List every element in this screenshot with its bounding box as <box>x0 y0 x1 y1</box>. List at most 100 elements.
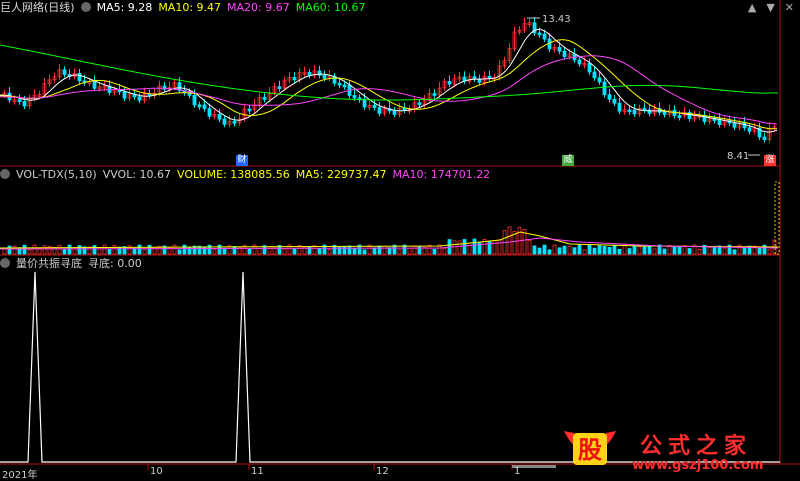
time-label-dec: 12 <box>376 466 389 477</box>
candle-body <box>207 108 212 117</box>
volume-bar <box>307 246 312 255</box>
volume-bar <box>432 248 437 255</box>
volume-bar <box>212 249 217 255</box>
volume-bar <box>637 246 642 255</box>
volume-bar <box>232 246 237 255</box>
volume-bar <box>587 244 592 255</box>
volume-bar <box>467 242 472 255</box>
volume-bar <box>582 249 587 255</box>
current-volume-bar <box>774 181 780 255</box>
candle-body <box>537 32 542 36</box>
candle-body <box>307 72 312 76</box>
volume-bar <box>627 248 632 255</box>
volume-legend: VOL-TDX(5,10) VVOL: 10.67 VOLUME: 138085.5… <box>0 168 496 182</box>
volume-bar <box>612 244 617 255</box>
candle-body <box>202 104 207 110</box>
candle-body <box>487 75 492 79</box>
candle-body <box>577 59 582 65</box>
volume-bar <box>687 248 692 255</box>
volume-bar <box>137 244 142 255</box>
event-badge-finance[interactable]: 财 <box>236 155 248 166</box>
volume-bar <box>732 249 737 255</box>
ma5-line <box>0 28 778 133</box>
volume-bar <box>757 247 762 255</box>
volume-bar <box>442 248 447 255</box>
event-badge-rise[interactable]: 涨 <box>764 155 776 166</box>
ma60-line <box>0 44 779 101</box>
ma20-line <box>0 55 778 125</box>
candle-body <box>597 77 602 83</box>
volume-bar <box>597 245 602 255</box>
volume-bar <box>362 249 367 255</box>
candle-body <box>587 62 592 73</box>
volume-bar <box>77 245 82 255</box>
candle-body <box>592 71 597 79</box>
time-label-oct: 10 <box>150 466 163 477</box>
candle-body <box>732 122 737 128</box>
volume-bar <box>557 247 562 255</box>
candle-body <box>137 96 142 101</box>
volume-settings-circle-icon[interactable] <box>0 169 10 179</box>
volume-bar <box>397 249 402 255</box>
volume-bar <box>257 248 262 255</box>
candle-body <box>612 98 617 104</box>
candle-body <box>542 33 547 40</box>
volume-bar <box>562 245 567 255</box>
time-axis-ticks <box>147 464 556 470</box>
volume-bar <box>377 245 382 255</box>
volume-bar <box>547 249 552 255</box>
time-label-nov: 11 <box>251 466 264 477</box>
event-badge-power[interactable]: 威 <box>562 155 574 166</box>
volume-bar <box>67 244 72 255</box>
candle-body <box>232 120 237 124</box>
volume-bar <box>247 248 252 255</box>
candle-body <box>607 94 612 100</box>
volume-bar <box>142 249 147 255</box>
candle-body <box>557 46 562 52</box>
candlestick-series <box>2 17 777 143</box>
volume-bar <box>602 246 607 255</box>
candle-body <box>62 69 67 75</box>
volume-bar <box>677 246 682 255</box>
volume-bar <box>412 245 417 255</box>
volume-label: VOLUME: 138085.56 <box>177 168 290 181</box>
volume-bar <box>742 247 747 255</box>
volume-bar <box>97 248 102 255</box>
signal-indicator-name: 量价共振寻底 <box>16 257 82 270</box>
volume-bar <box>342 245 347 255</box>
volume-bar <box>347 245 352 255</box>
candle-body <box>627 109 632 113</box>
candle-body <box>602 81 607 96</box>
volume-bar <box>537 247 542 255</box>
candle-body <box>122 91 127 99</box>
candle-body <box>247 108 252 112</box>
volume-bar <box>57 244 62 255</box>
volume-bar <box>552 244 557 255</box>
signal-settings-circle-icon[interactable] <box>0 258 10 268</box>
candle-body <box>337 82 342 86</box>
volume-bar <box>567 245 572 255</box>
volume-bar <box>282 248 287 255</box>
ma10-line <box>0 39 777 130</box>
candle-body <box>17 99 22 103</box>
volume-bar <box>472 238 477 255</box>
volume-bar <box>382 245 387 255</box>
volume-bar <box>507 226 512 255</box>
candle-body <box>277 86 282 90</box>
stock-chart[interactable]: 13.43 8.41 <box>0 0 800 479</box>
candle-body <box>217 114 222 120</box>
volume-bar <box>427 244 432 255</box>
volume-bar <box>387 247 392 255</box>
candle-body <box>22 101 27 107</box>
volume-bar <box>647 245 652 255</box>
volume-bar <box>112 244 117 255</box>
candle-body <box>617 102 622 112</box>
candle-body <box>372 104 377 108</box>
logo-char: 股 <box>578 436 602 464</box>
volume-bar <box>62 248 67 255</box>
volume-bar <box>767 249 772 255</box>
volume-bar <box>577 244 582 255</box>
volume-bar <box>712 245 717 255</box>
candle-body <box>322 74 327 79</box>
volume-bar <box>92 245 97 255</box>
